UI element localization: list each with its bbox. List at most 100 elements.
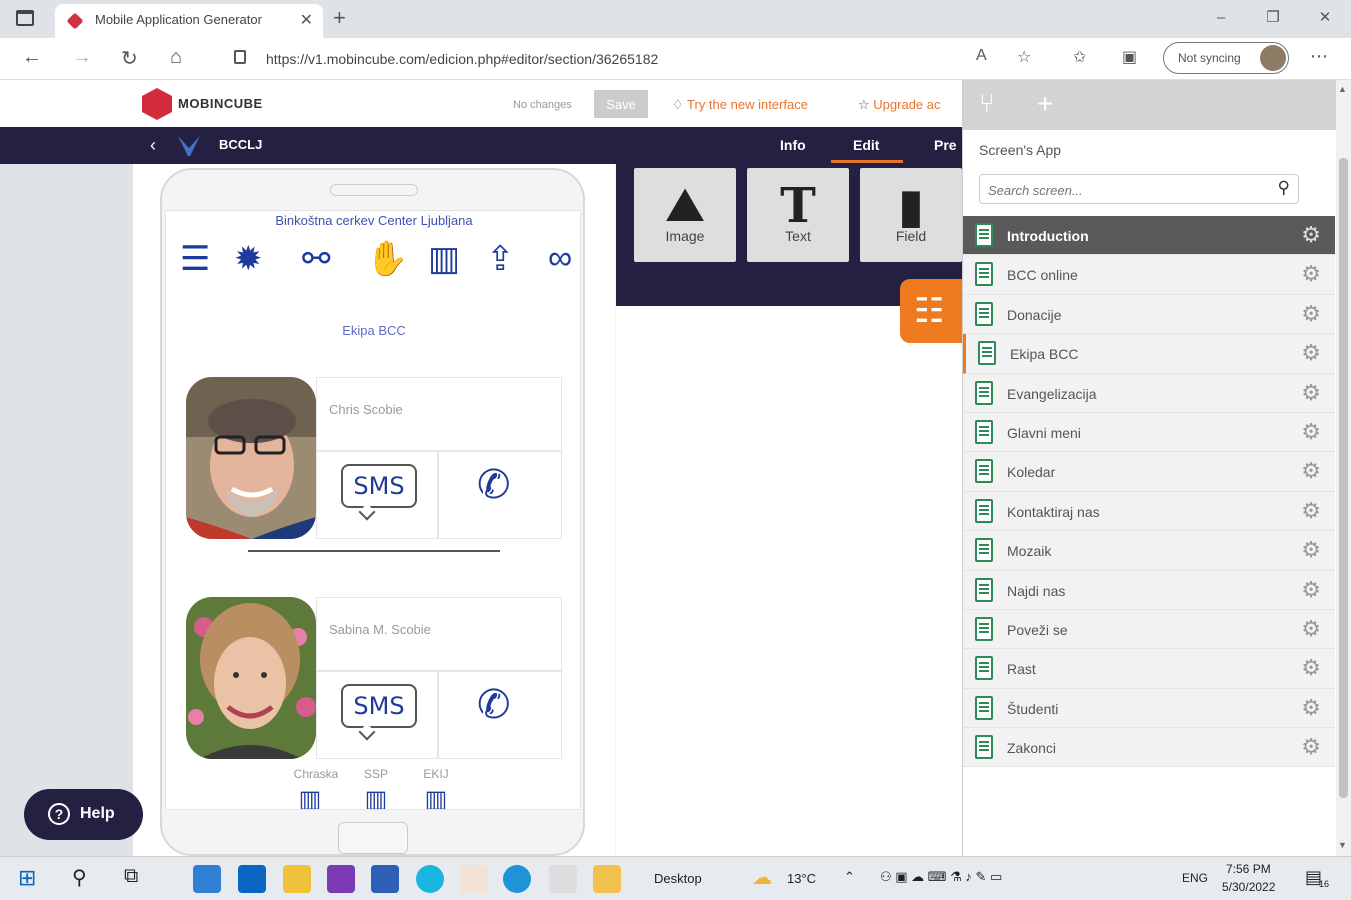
scrollbar[interactable]: ▲ ▼ (1336, 80, 1351, 856)
book-icon[interactable]: ▥ (280, 785, 340, 809)
search-icon[interactable]: ⚲ (72, 865, 87, 890)
tree-icon[interactable]: ⑂ (979, 88, 995, 119)
clock-date[interactable]: 5/30/2022 (1222, 880, 1275, 894)
try-new-interface-link[interactable]: ♢ Try the new interface (672, 97, 808, 113)
weather-icon[interactable]: ☁ (752, 865, 772, 890)
call-button[interactable]: ✆ (438, 451, 562, 539)
screen-item[interactable]: Ekipa BCC ⚙ (963, 334, 1335, 374)
tray-icons[interactable]: ⚇ ▣ ☁ ⌨ ⚗ ♪ ✎ ▭ (880, 869, 1002, 885)
refresh-icon[interactable]: ↻ (121, 46, 138, 71)
component-text[interactable]: T Text (747, 168, 849, 262)
start-icon[interactable]: ⊞ (18, 865, 36, 891)
gear-icon[interactable]: ⚙ (1301, 695, 1321, 721)
help-button[interactable]: ? Help (24, 789, 143, 840)
screen-item[interactable]: Zakonci ⚙ (963, 728, 1335, 768)
screen-item[interactable]: Koledar ⚙ (963, 452, 1335, 492)
add-favorite-icon[interactable]: ☆ (1017, 47, 1031, 67)
url-text[interactable]: https://v1.mobincube.com/edicion.php#edi… (266, 51, 658, 67)
screen-item[interactable]: Najdi nas ⚙ (963, 570, 1335, 610)
phone-screen[interactable]: Binkoštna cerkev Center Ljubljana ☰ ✹ ⚯ … (165, 210, 581, 810)
component-field[interactable]: ▮ Field (860, 168, 962, 262)
app-icon[interactable] (549, 865, 577, 893)
tab-edit[interactable]: Edit (853, 137, 879, 153)
book-icon[interactable]: ▥ (346, 785, 406, 809)
onenote-icon[interactable] (327, 865, 355, 893)
gear-icon[interactable]: ⚙ (1301, 577, 1321, 603)
edge-icon[interactable] (503, 865, 531, 893)
forward-arrow-icon[interactable]: → (72, 46, 92, 69)
network-icon[interactable]: ⚯ (302, 239, 331, 279)
scroll-thumb[interactable] (1339, 158, 1348, 798)
team-member-card[interactable]: Chris Scobie SMS ✆ (186, 377, 562, 539)
scroll-up-icon[interactable]: ▲ (1338, 84, 1347, 94)
clock-time[interactable]: 7:56 PM (1226, 862, 1271, 876)
gear-icon[interactable]: ⚙ (1301, 458, 1321, 484)
screen-item[interactable]: Študenti ⚙ (963, 688, 1335, 729)
back-chevron-icon[interactable]: ‹ (150, 135, 156, 156)
tab-info[interactable]: Info (780, 137, 806, 153)
scroll-down-icon[interactable]: ▼ (1338, 840, 1347, 850)
trello-icon[interactable] (371, 865, 399, 893)
screen-item[interactable]: BCC online ⚙ (963, 255, 1335, 295)
back-arrow-icon[interactable]: ← (22, 46, 42, 69)
screen-item[interactable]: Glavni meni ⚙ (963, 412, 1335, 453)
collections-icon[interactable]: ▣ (1122, 47, 1137, 67)
gear-icon[interactable]: ⚙ (1301, 498, 1321, 524)
gear-icon[interactable]: ⚙ (1301, 419, 1321, 445)
bottom-link-label[interactable]: EKIJ (406, 767, 466, 781)
favorites-icon[interactable]: ✩ (1073, 47, 1086, 67)
gear-icon[interactable]: ⚙ (1301, 616, 1321, 642)
gear-icon[interactable]: ⚙ (1301, 261, 1321, 287)
more-menu-icon[interactable]: ⋯ (1310, 46, 1328, 67)
book-icon[interactable]: ▥ (406, 785, 466, 809)
team-member-card[interactable]: Sabina M. Scobie SMS ✆ (186, 597, 562, 759)
screen-item[interactable]: Poveži se ⚙ (963, 609, 1335, 650)
tab-preview[interactable]: Pre (934, 137, 957, 153)
task-view-icon[interactable]: ⧉ (124, 865, 138, 888)
screens-toggle-button[interactable]: ☷ (900, 279, 962, 343)
desktop-label[interactable]: Desktop (654, 871, 702, 886)
gear-icon[interactable]: ⚙ (1301, 734, 1321, 760)
gear-icon[interactable]: ⚙ (1301, 537, 1321, 563)
home-icon[interactable]: ⌂ (170, 46, 182, 69)
save-button[interactable]: Save (594, 90, 648, 118)
chevron-up-icon[interactable]: ⌃ (844, 869, 855, 885)
search-input[interactable] (988, 179, 1258, 201)
screen-item[interactable]: Kontaktiraj nas ⚙ (963, 491, 1335, 532)
close-tab-icon[interactable]: ✕ (300, 10, 313, 30)
gear-icon[interactable]: ⚙ (1301, 222, 1321, 248)
component-image[interactable]: ⛰ Image (634, 168, 736, 262)
new-tab-button[interactable]: + (333, 5, 346, 31)
sticky-notes-icon[interactable] (283, 865, 311, 893)
gear-icon[interactable]: ⚙ (1301, 655, 1321, 681)
sun-icon[interactable]: ✹ (234, 239, 263, 279)
screen-item[interactable]: Introduction ⚙ (963, 216, 1335, 256)
bottom-link-label[interactable]: SSP (346, 767, 406, 781)
screen-item[interactable]: Evangelizacija ⚙ (963, 373, 1335, 413)
church-title[interactable]: Binkoštna cerkev Center Ljubljana (166, 213, 580, 228)
maximize-button[interactable]: ❐ (1247, 0, 1299, 38)
call-button[interactable]: ✆ (438, 671, 562, 759)
profile-sync-button[interactable]: Not syncing (1163, 42, 1289, 74)
share-icon[interactable]: ⇪ (486, 239, 515, 279)
gmail-icon[interactable] (460, 865, 488, 893)
window-menu-icon[interactable] (16, 10, 34, 26)
browser-tab[interactable]: Mobile Application Generator ✕ (55, 4, 323, 38)
lock-icon[interactable] (234, 50, 246, 64)
skype-icon[interactable] (416, 865, 444, 893)
file-explorer-icon[interactable] (593, 865, 621, 893)
gear-icon[interactable]: ⚙ (1301, 301, 1321, 327)
gear-icon[interactable]: ⚙ (1301, 340, 1321, 366)
sms-button[interactable]: SMS (316, 451, 438, 539)
sms-button[interactable]: SMS (316, 671, 438, 759)
gear-icon[interactable]: ⚙ (1301, 380, 1321, 406)
screen-item[interactable]: Mozaik ⚙ (963, 531, 1335, 571)
minimize-button[interactable]: – (1195, 0, 1247, 38)
temperature[interactable]: 13°C (787, 871, 816, 886)
screen-item[interactable]: Rast ⚙ (963, 649, 1335, 689)
close-window-button[interactable]: ✕ (1299, 0, 1351, 38)
bottom-link-label[interactable]: Chraska (286, 767, 346, 781)
outlook-icon[interactable] (238, 865, 266, 893)
add-screen-icon[interactable]: + (1037, 88, 1053, 120)
mail-icon[interactable] (193, 865, 221, 893)
